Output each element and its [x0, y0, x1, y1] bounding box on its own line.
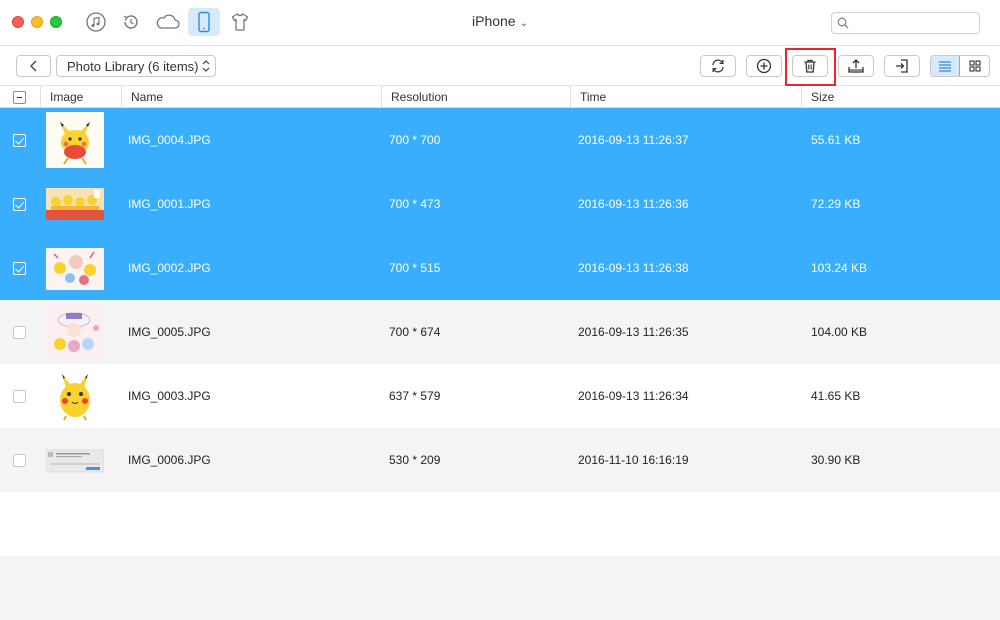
row-checkbox[interactable]	[13, 326, 26, 339]
timestamp: 2016-09-13 11:26:34	[578, 389, 689, 403]
column-header-image[interactable]: Image	[40, 86, 121, 108]
empty-list-area	[0, 492, 1000, 556]
photo-thumbnail	[46, 112, 104, 168]
row-checkbox[interactable]	[13, 390, 26, 403]
select-all-checkbox[interactable]	[13, 91, 26, 104]
row-checkbox[interactable]	[13, 262, 26, 275]
restore-icon[interactable]	[115, 8, 147, 36]
resolution: 530 * 209	[389, 453, 441, 467]
resolution: 700 * 515	[389, 261, 441, 275]
send-to-device-button[interactable]	[884, 55, 920, 77]
export-to-computer-icon	[848, 59, 864, 73]
photo-table: IMG_0004.JPG 700 * 700 2016-09-13 11:26:…	[0, 108, 1000, 492]
window-close-button[interactable]	[12, 16, 24, 28]
column-header-size[interactable]: Size	[801, 86, 1000, 108]
refresh-button[interactable]	[700, 55, 736, 77]
resolution: 637 * 579	[389, 389, 441, 403]
resolution: 700 * 674	[389, 325, 441, 339]
file-size: 55.61 KB	[811, 133, 861, 147]
toolbar: Photo Library (6 items)	[0, 46, 1000, 86]
photo-thumbnail	[46, 240, 104, 296]
file-name: IMG_0004.JPG	[128, 133, 211, 147]
file-name: IMG_0003.JPG	[128, 389, 211, 403]
music-icon[interactable]	[80, 8, 112, 36]
resolution: 700 * 473	[389, 197, 441, 211]
search-icon	[837, 17, 849, 32]
delete-button-highlight	[785, 48, 836, 86]
add-button[interactable]	[746, 55, 782, 77]
refresh-icon	[712, 59, 724, 73]
timestamp: 2016-09-13 11:26:35	[578, 325, 689, 339]
column-header-name[interactable]: Name	[121, 86, 381, 108]
search-field[interactable]	[831, 12, 980, 34]
empty-list-area-footer	[0, 556, 1000, 620]
chevron-down-icon: ⌄	[519, 18, 528, 29]
view-mode-toggle	[930, 55, 990, 77]
file-size: 30.90 KB	[811, 453, 861, 467]
table-row[interactable]: IMG_0005.JPG 700 * 674 2016-09-13 11:26:…	[0, 300, 1000, 364]
window-zoom-button[interactable]	[50, 16, 62, 28]
row-checkbox[interactable]	[13, 454, 26, 467]
table-row[interactable]: IMG_0001.JPG 700 * 473 2016-09-13 11:26:…	[0, 172, 1000, 236]
cloud-icon[interactable]	[152, 8, 184, 36]
photo-thumbnail	[46, 432, 104, 488]
send-to-device-icon	[896, 59, 908, 73]
timestamp: 2016-09-13 11:26:38	[578, 261, 689, 275]
photo-thumbnail	[46, 176, 104, 232]
album-label: Photo Library (6 items)	[67, 58, 199, 74]
column-header-time[interactable]: Time	[570, 86, 801, 108]
table-row[interactable]: IMG_0003.JPG 637 * 579 2016-09-13 11:26:…	[0, 364, 1000, 428]
file-name: IMG_0002.JPG	[128, 261, 211, 275]
timestamp: 2016-11-10 16:16:19	[578, 453, 689, 467]
file-name: IMG_0005.JPG	[128, 325, 211, 339]
back-button[interactable]	[16, 55, 51, 77]
file-size: 41.65 KB	[811, 389, 861, 403]
device-selector[interactable]: iPhone ⌄	[440, 13, 560, 29]
row-checkbox[interactable]	[13, 198, 26, 211]
list-view-icon	[939, 61, 951, 72]
list-view-button[interactable]	[931, 56, 961, 76]
file-size: 104.00 KB	[811, 325, 868, 339]
title-bar: iPhone ⌄	[0, 0, 1000, 46]
table-header: Image Name Resolution Time Size	[0, 86, 1000, 108]
table-row[interactable]: IMG_0006.JPG 530 * 209 2016-11-10 16:16:…	[0, 428, 1000, 492]
file-size: 72.29 KB	[811, 197, 861, 211]
add-icon	[756, 58, 772, 74]
phone-icon[interactable]	[188, 8, 220, 36]
window-minimize-button[interactable]	[31, 16, 43, 28]
resolution: 700 * 700	[389, 133, 441, 147]
timestamp: 2016-09-13 11:26:36	[578, 197, 689, 211]
timestamp: 2016-09-13 11:26:37	[578, 133, 689, 147]
search-input[interactable]	[852, 15, 976, 31]
up-down-chevron-icon	[202, 59, 210, 76]
column-header-resolution[interactable]: Resolution	[381, 86, 570, 108]
photo-thumbnail	[46, 304, 104, 360]
row-checkbox[interactable]	[13, 134, 26, 147]
file-name: IMG_0006.JPG	[128, 453, 211, 467]
grid-view-icon	[968, 60, 981, 72]
album-selector[interactable]: Photo Library (6 items)	[56, 55, 216, 77]
export-to-computer-button[interactable]	[838, 55, 874, 77]
device-name: iPhone	[472, 13, 516, 29]
shirt-icon[interactable]	[224, 8, 256, 36]
chevron-left-icon	[29, 60, 36, 72]
table-row[interactable]: IMG_0002.JPG 700 * 515 2016-09-13 11:26:…	[0, 236, 1000, 300]
photo-thumbnail	[46, 368, 104, 424]
file-name: IMG_0001.JPG	[128, 197, 211, 211]
file-size: 103.24 KB	[811, 261, 868, 275]
grid-view-button[interactable]	[960, 56, 989, 76]
table-row[interactable]: IMG_0004.JPG 700 * 700 2016-09-13 11:26:…	[0, 108, 1000, 172]
